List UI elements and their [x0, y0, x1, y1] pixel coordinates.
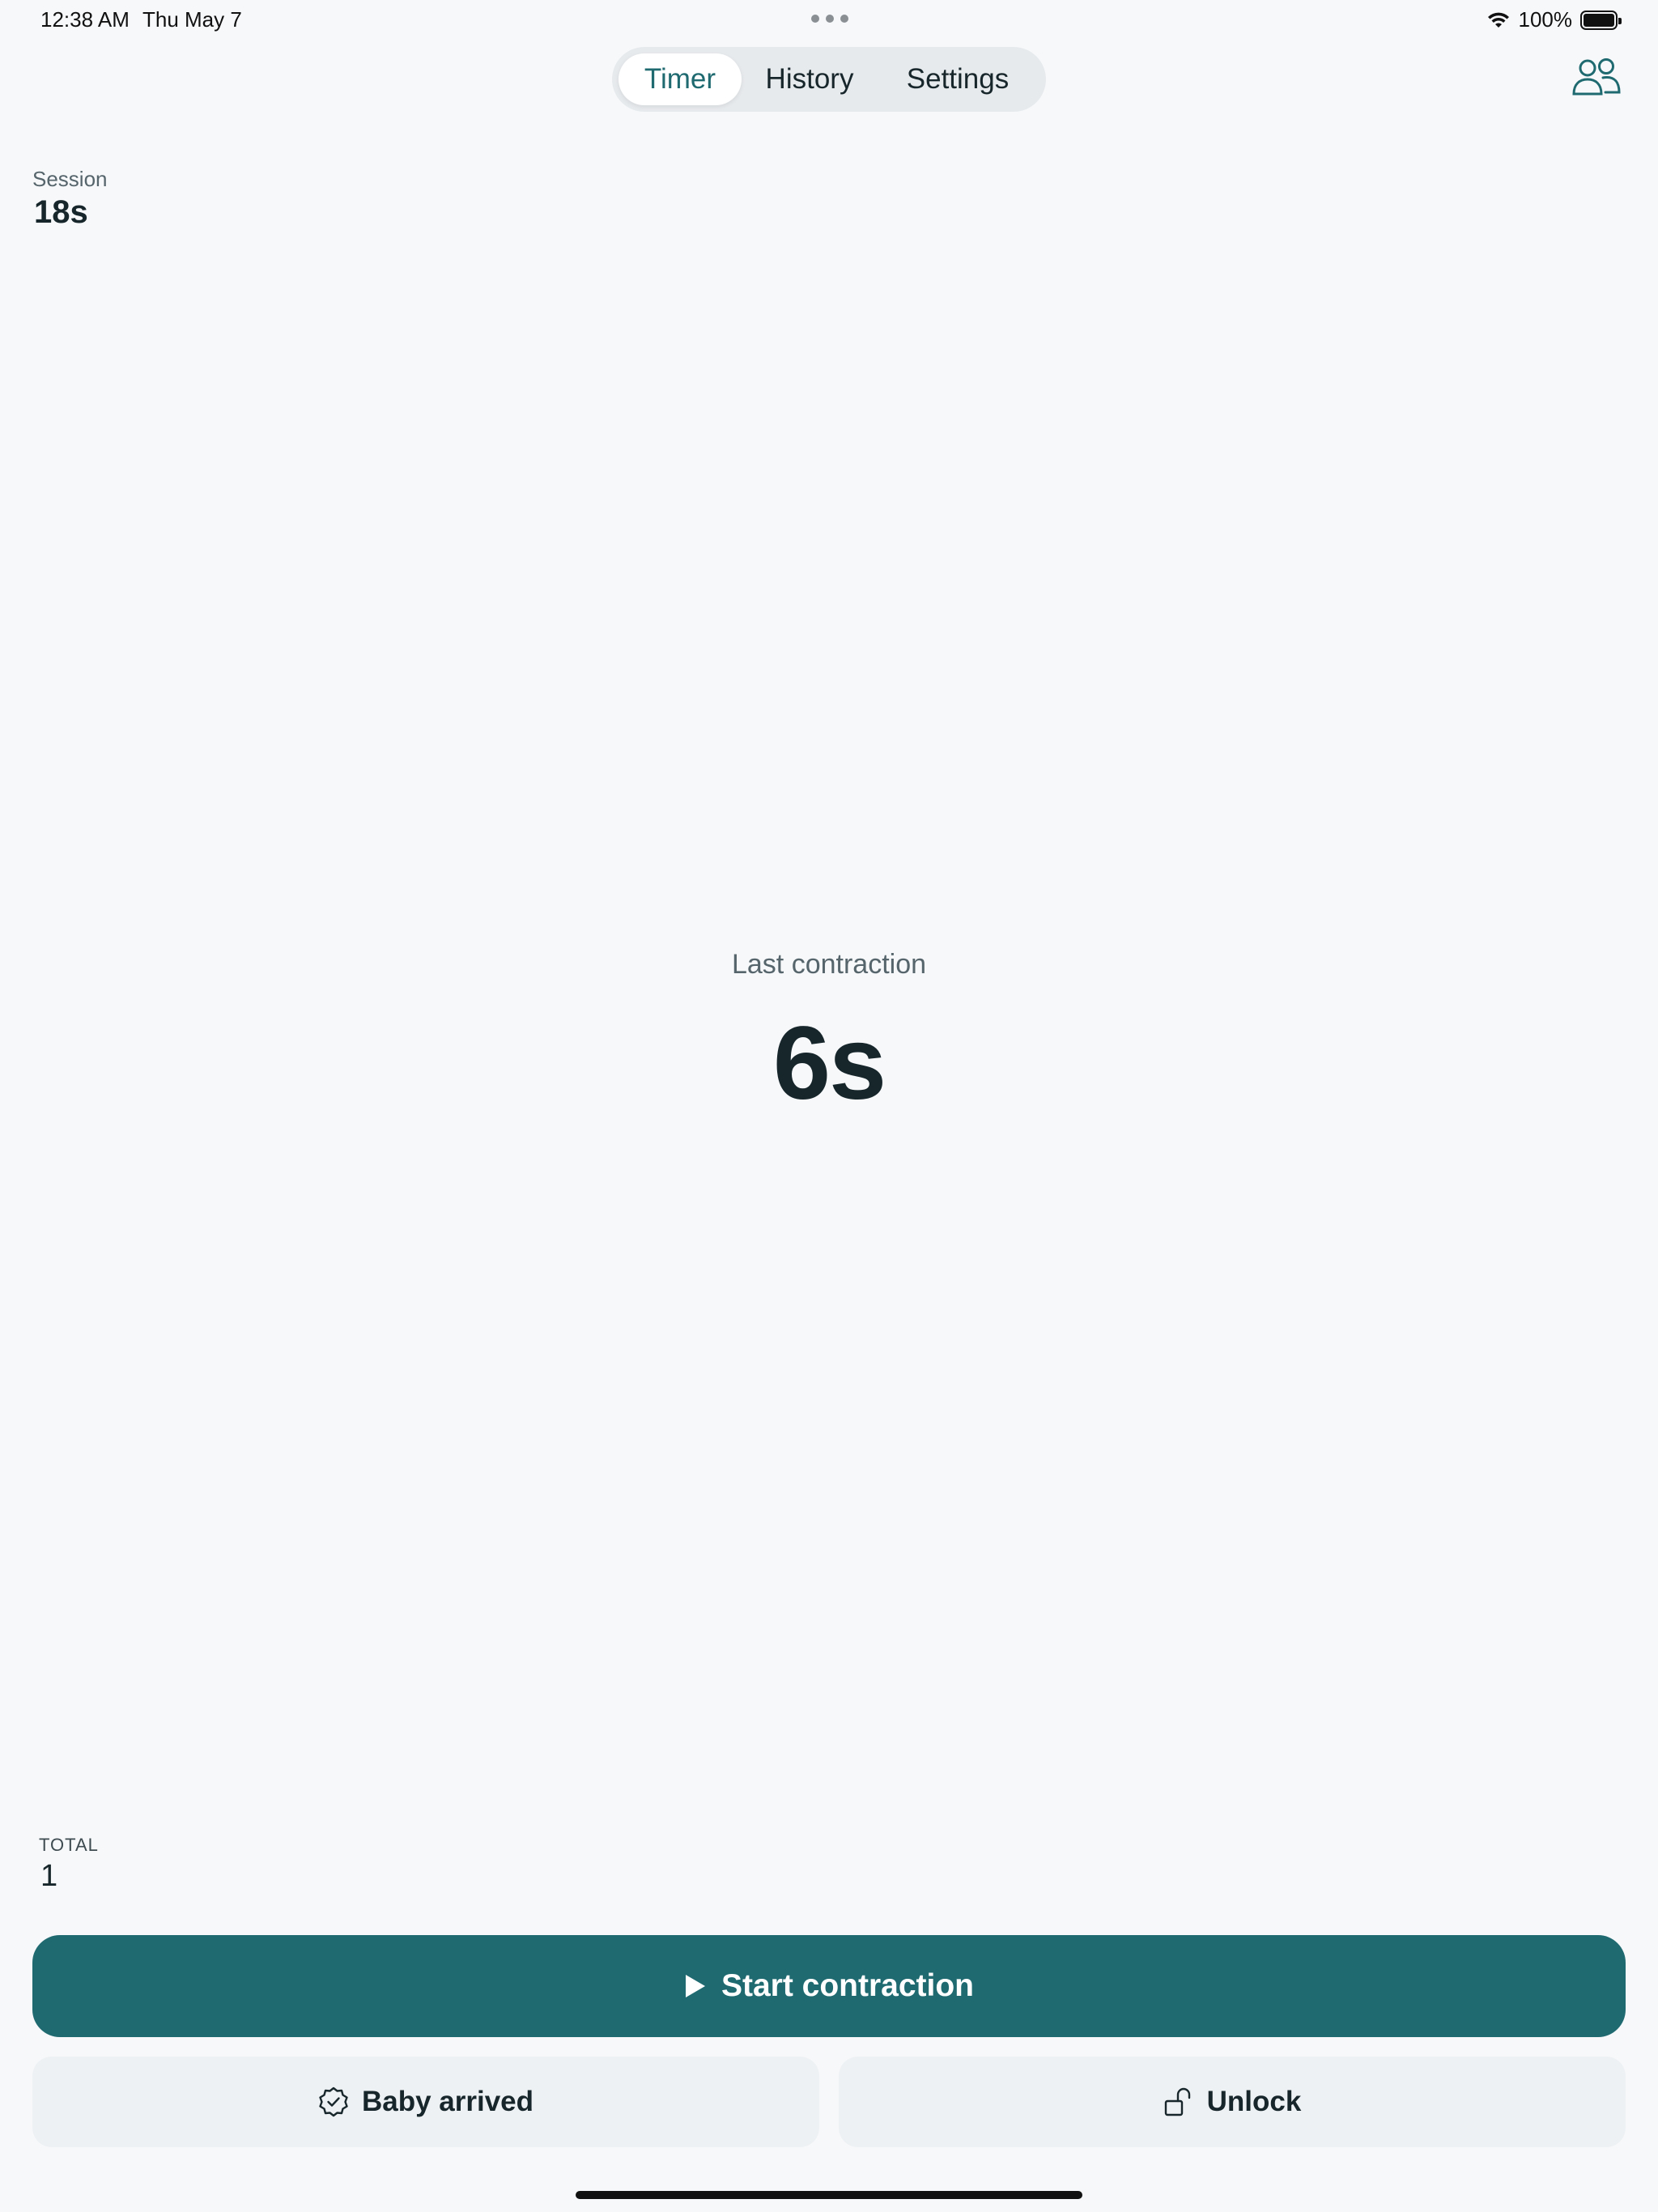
total-label: TOTAL	[39, 1835, 99, 1855]
baby-arrived-button[interactable]: Baby arrived	[32, 2057, 819, 2147]
tab-bar: Timer History Settings	[612, 47, 1046, 112]
baby-arrived-label: Baby arrived	[361, 2086, 534, 2117]
unlock-button[interactable]: Unlock	[839, 2057, 1626, 2147]
tab-settings[interactable]: Settings	[878, 53, 1038, 105]
tab-history[interactable]: History	[742, 53, 878, 105]
unlock-label: Unlock	[1206, 2086, 1302, 2117]
total-value: 1	[40, 1859, 58, 1893]
multitasking-dots-icon[interactable]	[811, 15, 848, 23]
start-contraction-button[interactable]: Start contraction	[32, 1935, 1626, 2037]
battery-percent: 100%	[1518, 7, 1573, 32]
battery-icon	[1580, 10, 1622, 30]
unlock-icon	[1164, 2087, 1190, 2116]
home-indicator[interactable]	[576, 2191, 1082, 2199]
status-right: 100%	[1486, 7, 1622, 32]
play-icon	[685, 1975, 705, 1997]
status-date: Thu May 7	[142, 7, 242, 32]
last-contraction-label: Last contraction	[731, 949, 927, 980]
wifi-icon	[1487, 12, 1509, 28]
session-value: 18s	[34, 194, 88, 230]
tab-timer[interactable]: Timer	[619, 53, 742, 105]
last-contraction-value: 6s	[772, 1006, 886, 1121]
people-icon	[1572, 58, 1621, 96]
start-contraction-label: Start contraction	[721, 1968, 975, 2003]
people-button[interactable]	[1571, 57, 1622, 99]
session-label: Session	[32, 167, 108, 191]
status-bar: 12:38 AM Thu May 7 100%	[0, 0, 1658, 39]
checkmark-seal-icon	[319, 2087, 348, 2117]
status-time: 12:38 AM	[40, 7, 130, 32]
